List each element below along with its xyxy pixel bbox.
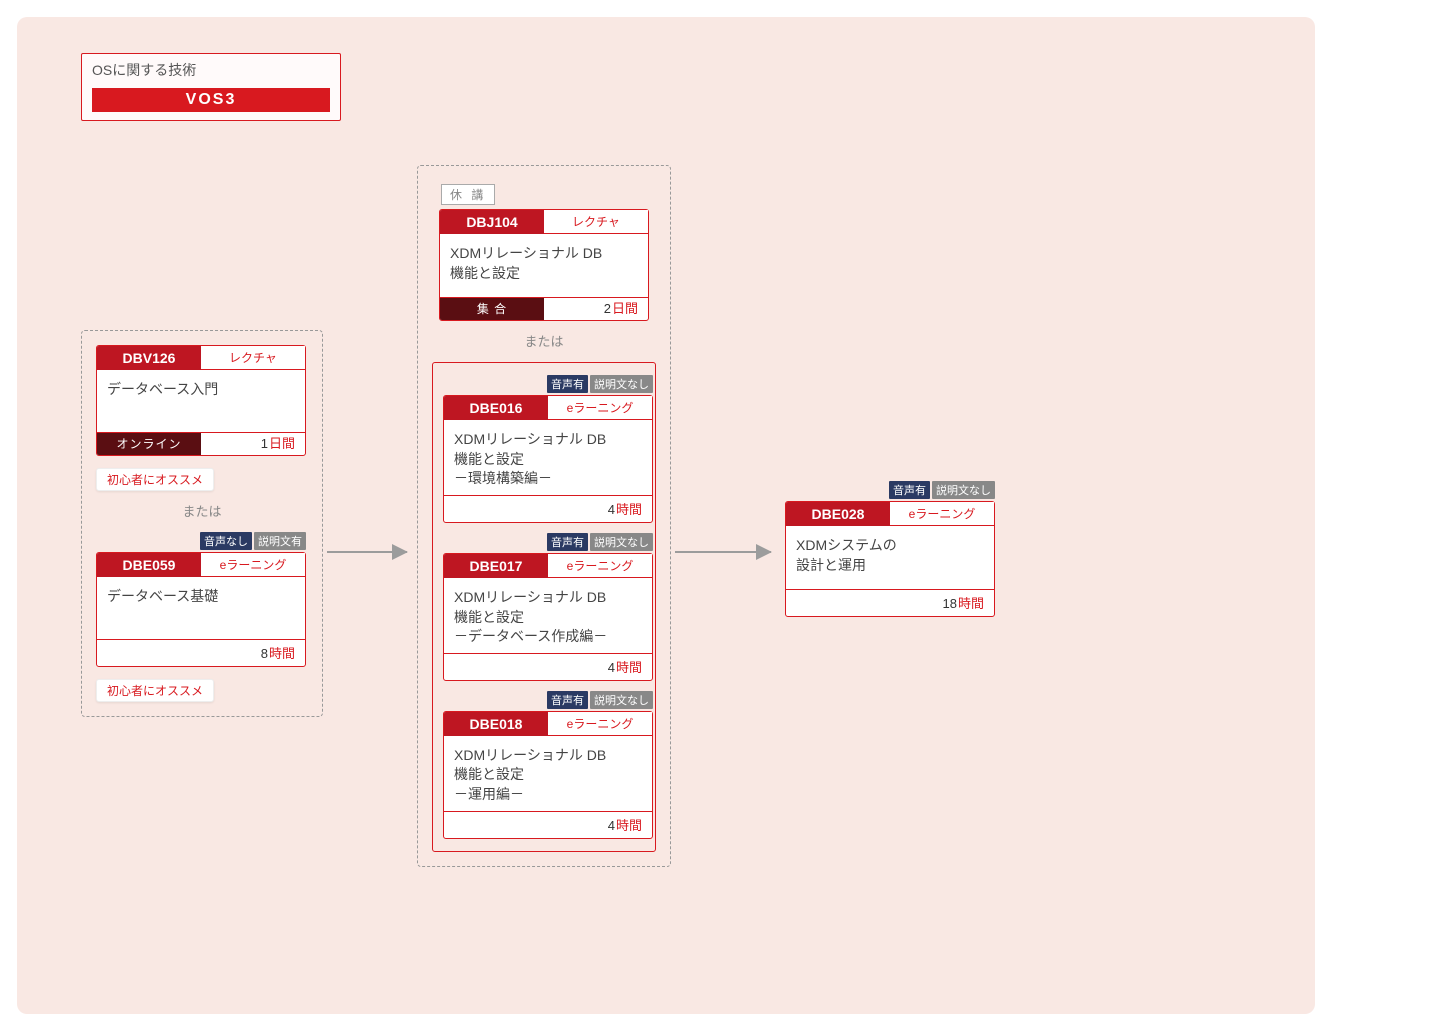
flow-canvas: OSに関する技術 VOS3 DBV126 レクチャ データベース入門 オンライン… [17, 17, 1315, 1014]
course-type: eラーニング [548, 554, 652, 578]
course-card[interactable]: DBV126 レクチャ データベース入門 オンライン 1日間 [96, 345, 306, 456]
desc-tag: 説明文なし [590, 375, 653, 393]
legend-name: VOS3 [92, 88, 330, 112]
audio-tag: 音声有 [547, 375, 588, 393]
course-title: XDMシステムの 設計と運用 [786, 526, 994, 589]
course-duration: 8時間 [97, 639, 305, 666]
suspended-card-wrapper: 休 講 DBJ104 レクチャ XDMリレーショナル DB 機能と設定 集 合 … [439, 180, 649, 321]
group-col2: 休 講 DBJ104 レクチャ XDMリレーショナル DB 機能と設定 集 合 … [417, 165, 671, 867]
audio-tag: 音声有 [547, 533, 588, 551]
course-title: データベース入門 [97, 370, 305, 432]
course-duration: 1日間 [201, 433, 305, 455]
course-card[interactable]: DBE016 eラーニング XDMリレーショナル DB 機能と設定 －環境構築編… [443, 395, 653, 523]
audio-tag: 音声有 [547, 691, 588, 709]
course-type: レクチャ [544, 210, 648, 234]
course-duration: 18時間 [786, 589, 994, 616]
recommend-badge: 初心者にオススメ [96, 468, 214, 491]
course-card[interactable]: DBJ104 レクチャ XDMリレーショナル DB 機能と設定 集 合 2日間 [439, 209, 649, 321]
course-type: eラーニング [201, 553, 305, 577]
course-duration: 2日間 [544, 298, 648, 320]
course-card[interactable]: DBE018 eラーニング XDMリレーショナル DB 機能と設定 －運用編－ … [443, 711, 653, 839]
course-code: DBV126 [97, 346, 201, 370]
suspended-label: 休 講 [441, 184, 495, 205]
course-card[interactable]: DBE017 eラーニング XDMリレーショナル DB 機能と設定 －データベー… [443, 553, 653, 681]
course-code: DBE017 [444, 554, 548, 578]
course-code: DBJ104 [440, 210, 544, 234]
arrow-icon [327, 551, 407, 553]
course-duration: 4時間 [444, 495, 652, 522]
or-label: または [432, 331, 656, 350]
desc-tag: 説明文なし [590, 533, 653, 551]
course-title: XDMリレーショナル DB 機能と設定 －環境構築編－ [444, 420, 652, 495]
legend-category: OSに関する技術 [82, 54, 340, 84]
group-col1: DBV126 レクチャ データベース入門 オンライン 1日間 初心者にオススメ … [81, 330, 323, 717]
course-title: データベース基礎 [97, 577, 305, 639]
course-format: オンライン [97, 433, 201, 455]
course-type: eラーニング [890, 502, 994, 526]
course-code: DBE016 [444, 396, 548, 420]
course-title: XDMリレーショナル DB 機能と設定 －データベース作成編－ [444, 578, 652, 653]
audio-tag: 音声なし [200, 532, 252, 550]
or-label: または [96, 501, 308, 520]
recommend-badge: 初心者にオススメ [96, 679, 214, 702]
course-type: eラーニング [548, 712, 652, 736]
desc-tag: 説明文なし [932, 481, 995, 499]
desc-tag: 説明文有 [254, 532, 306, 550]
legend-box: OSに関する技術 VOS3 [81, 53, 341, 121]
course-code: DBE059 [97, 553, 201, 577]
audio-tag: 音声有 [889, 481, 930, 499]
course-type: レクチャ [201, 346, 305, 370]
course-code: DBE028 [786, 502, 890, 526]
course-card[interactable]: DBE059 eラーニング データベース基礎 8時間 [96, 552, 306, 667]
course-code: DBE018 [444, 712, 548, 736]
course-title: XDMリレーショナル DB 機能と設定 [440, 234, 648, 297]
inner-group: 音声有説明文なし DBE016 eラーニング XDMリレーショナル DB 機能と… [432, 362, 656, 851]
course-type: eラーニング [548, 396, 652, 420]
arrow-icon [675, 551, 771, 553]
course-duration: 4時間 [444, 653, 652, 680]
course-title: XDMリレーショナル DB 機能と設定 －運用編－ [444, 736, 652, 811]
desc-tag: 説明文なし [590, 691, 653, 709]
course-format: 集 合 [440, 298, 544, 320]
course-duration: 4時間 [444, 811, 652, 838]
group-col3: 音声有説明文なし DBE028 eラーニング XDMシステムの 設計と運用 18… [785, 479, 997, 625]
course-card[interactable]: DBE028 eラーニング XDMシステムの 設計と運用 18時間 [785, 501, 995, 617]
